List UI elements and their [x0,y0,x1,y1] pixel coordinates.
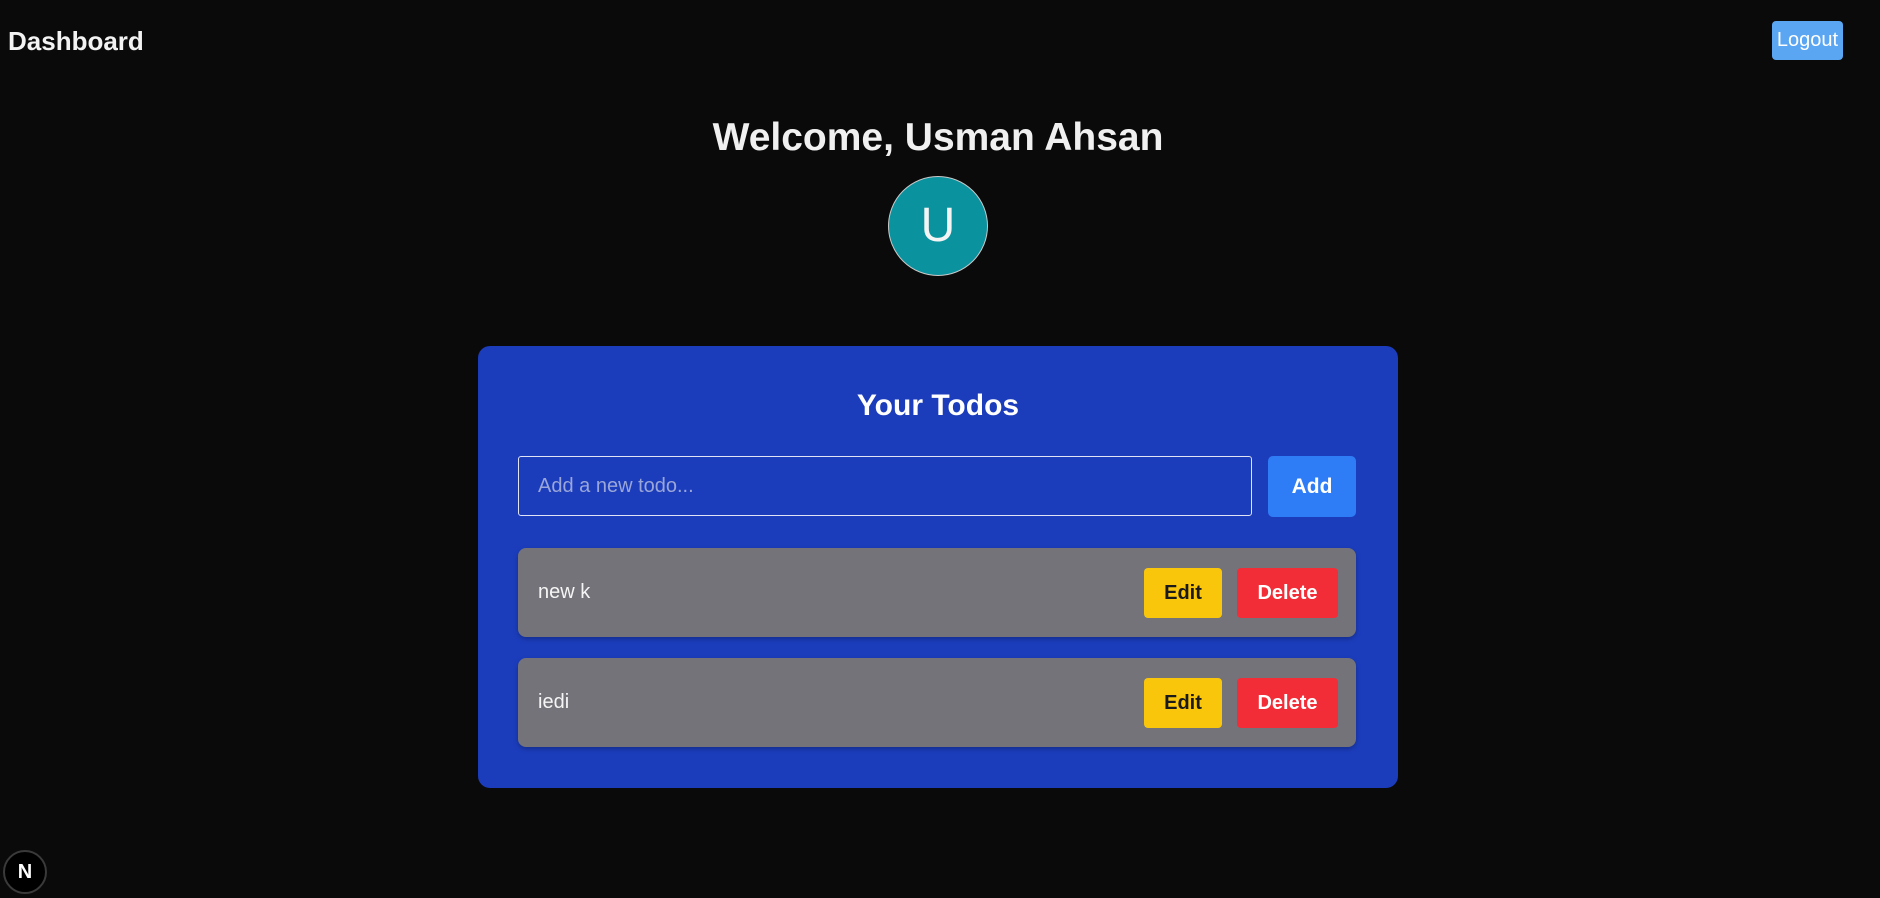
nextjs-logo-icon[interactable]: N [3,850,47,894]
add-todo-button[interactable]: Add [1268,456,1356,517]
todos-title: Your Todos [856,389,1020,422]
avatar: U [888,176,988,276]
page-title: Dashboard [8,26,144,56]
welcome-heading: Welcome, Usman Ahsan [712,116,1164,159]
todo-item: new k Edit Delete [518,548,1356,637]
todo-item: iedi Edit Delete [518,658,1356,747]
dashboard-page: Dashboard Logout Welcome, Usman Ahsan U … [0,0,1880,898]
todo-card: Your Todos Add new k Edit Delete iedi Ed… [478,346,1398,788]
new-todo-input[interactable] [518,456,1252,516]
todo-item-text: iedi [538,691,570,713]
edit-todo-button[interactable]: Edit [1144,568,1222,618]
delete-todo-button[interactable]: Delete [1237,678,1338,728]
logout-button[interactable]: Logout [1772,21,1843,60]
todo-item-text: new k [538,581,591,603]
edit-todo-button[interactable]: Edit [1144,678,1222,728]
delete-todo-button[interactable]: Delete [1237,568,1338,618]
